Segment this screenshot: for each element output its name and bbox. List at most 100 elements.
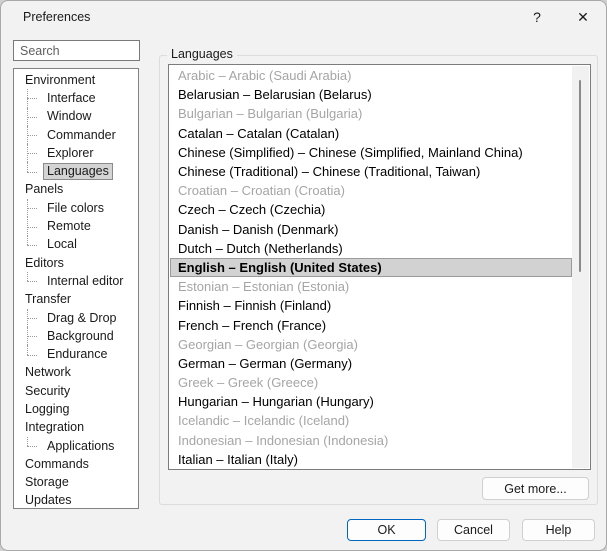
language-item[interactable]: Greek – Greek (Greece) (170, 373, 572, 392)
language-label: Chinese (Traditional) – Chinese (Traditi… (178, 164, 480, 179)
language-item[interactable]: Georgian – Georgian (Georgia) (170, 335, 572, 354)
language-item[interactable]: Czech – Czech (Czechia) (170, 200, 572, 219)
sidebar-item-interface[interactable]: Interface (14, 89, 138, 107)
sidebar-item-endurance[interactable]: Endurance (14, 345, 138, 363)
language-item[interactable]: Chinese (Simplified) – Chinese (Simplifi… (170, 143, 572, 162)
tree-item-label: Remote (43, 218, 95, 235)
tree-connector-icon (27, 217, 39, 235)
tree-item-label: Editors (21, 255, 68, 272)
language-item[interactable]: English – English (United States) (170, 258, 572, 277)
sidebar-item-internal-editor[interactable]: Internal editor (14, 272, 138, 290)
settings-tree[interactable]: Environment Interface Window Commander E… (13, 68, 139, 509)
close-icon: ✕ (577, 9, 589, 26)
sidebar-item-environment[interactable]: Environment (14, 71, 138, 89)
language-label: Greek – Greek (Greece) (178, 375, 318, 390)
sidebar-item-local[interactable]: Local (14, 236, 138, 254)
tree-item-label: Updates (21, 492, 76, 509)
sidebar-item-integration[interactable]: Integration (14, 419, 138, 437)
tree-connector-icon (27, 89, 39, 107)
tree-item-label: Explorer (43, 145, 98, 162)
language-item[interactable]: Estonian – Estonian (Estonia) (170, 277, 572, 296)
language-item[interactable]: Bulgarian – Bulgarian (Bulgaria) (170, 104, 572, 123)
sidebar-item-logging[interactable]: Logging (14, 400, 138, 418)
tree-connector-icon (27, 345, 39, 363)
tree-item-label: Storage (21, 474, 73, 491)
language-item[interactable]: Belarusian – Belarusian (Belarus) (170, 85, 572, 104)
language-label: Danish – Danish (Denmark) (178, 222, 338, 237)
language-label: Icelandic – Icelandic (Iceland) (178, 413, 349, 428)
window-title: Preferences (1, 10, 514, 24)
tree-connector-icon (27, 162, 39, 180)
sidebar-item-updates[interactable]: Updates (14, 492, 138, 509)
tree-item-label: Transfer (21, 291, 75, 308)
language-label: Catalan – Catalan (Catalan) (178, 126, 339, 141)
tree-connector-icon (27, 126, 39, 144)
ok-button[interactable]: OK (347, 519, 426, 541)
tree-item-label: Environment (21, 72, 99, 89)
scrollbar[interactable] (572, 66, 589, 468)
language-item[interactable]: Catalan – Catalan (Catalan) (170, 124, 572, 143)
tree-connector-icon (27, 236, 39, 254)
language-item[interactable]: Dutch – Dutch (Netherlands) (170, 239, 572, 258)
languages-rows: Arabic – Arabic (Saudi Arabia) Belarusia… (170, 66, 572, 468)
language-label: Croatian – Croatian (Croatia) (178, 183, 345, 198)
sidebar-item-editors[interactable]: Editors (14, 254, 138, 272)
tree-item-label: Endurance (43, 346, 111, 363)
language-item[interactable]: Arabic – Arabic (Saudi Arabia) (170, 66, 572, 85)
sidebar-item-network[interactable]: Network (14, 364, 138, 382)
language-label: Belarusian – Belarusian (Belarus) (178, 87, 372, 102)
sidebar-item-window[interactable]: Window (14, 108, 138, 126)
language-label: Indonesian – Indonesian (Indonesia) (178, 433, 388, 448)
tree-item-label: Commands (21, 456, 93, 473)
languages-list[interactable]: Arabic – Arabic (Saudi Arabia) Belarusia… (168, 64, 591, 470)
language-item[interactable]: Danish – Danish (Denmark) (170, 220, 572, 239)
language-item[interactable]: Croatian – Croatian (Croatia) (170, 181, 572, 200)
sidebar-item-commander[interactable]: Commander (14, 126, 138, 144)
get-more-button[interactable]: Get more... (482, 477, 589, 500)
sidebar-item-security[interactable]: Security (14, 382, 138, 400)
help-titlebar-button[interactable]: ? (514, 1, 560, 33)
sidebar-item-file-colors[interactable]: File colors (14, 199, 138, 217)
sidebar-item-applications[interactable]: Applications (14, 437, 138, 455)
sidebar-item-storage[interactable]: Storage (14, 474, 138, 492)
question-mark-icon: ? (533, 9, 541, 25)
language-label: Italian – Italian (Italy) (178, 452, 298, 467)
languages-groupbox: Languages Arabic – Arabic (Saudi Arabia)… (159, 55, 598, 505)
language-label: Hungarian – Hungarian (Hungary) (178, 394, 374, 409)
language-label: Finnish – Finnish (Finland) (178, 298, 331, 313)
language-item[interactable]: Finnish – Finnish (Finland) (170, 296, 572, 315)
tree-item-label: Panels (21, 181, 67, 198)
tree-connector-icon (27, 144, 39, 162)
search-input[interactable] (13, 40, 140, 61)
language-item[interactable]: Hungarian – Hungarian (Hungary) (170, 392, 572, 411)
help-button[interactable]: Help (522, 519, 595, 541)
close-button[interactable]: ✕ (560, 1, 606, 33)
tree-item-label: Interface (43, 90, 100, 107)
language-item[interactable]: Indonesian – Indonesian (Indonesia) (170, 431, 572, 450)
tree-item-label: Logging (21, 401, 74, 418)
language-label: Bulgarian – Bulgarian (Bulgaria) (178, 106, 362, 121)
tree-connector-icon (27, 199, 39, 217)
sidebar-item-background[interactable]: Background (14, 327, 138, 345)
tree-item-label: Background (43, 328, 118, 345)
cancel-button[interactable]: Cancel (437, 519, 510, 541)
sidebar-item-panels[interactable]: Panels (14, 181, 138, 199)
groupbox-label: Languages (167, 47, 237, 61)
sidebar-item-languages[interactable]: Languages (14, 162, 138, 180)
language-item[interactable]: Chinese (Traditional) – Chinese (Traditi… (170, 162, 572, 181)
language-item[interactable]: German – German (Germany) (170, 354, 572, 373)
sidebar-item-drag-drop[interactable]: Drag & Drop (14, 309, 138, 327)
preferences-dialog: Preferences ? ✕ Environment Interface Wi… (0, 0, 607, 551)
language-item[interactable]: Icelandic – Icelandic (Iceland) (170, 411, 572, 430)
sidebar-item-explorer[interactable]: Explorer (14, 144, 138, 162)
sidebar-item-remote[interactable]: Remote (14, 217, 138, 235)
tree-connector-icon (27, 272, 39, 290)
tree-connector-icon (27, 309, 39, 327)
sidebar-item-commands[interactable]: Commands (14, 455, 138, 473)
language-item[interactable]: Italian – Italian (Italy) (170, 450, 572, 468)
sidebar-item-transfer[interactable]: Transfer (14, 291, 138, 309)
tree-item-label: Network (21, 364, 75, 381)
language-item[interactable]: French – French (France) (170, 315, 572, 334)
tree-connector-icon (27, 437, 39, 455)
scrollbar-thumb[interactable] (579, 80, 581, 272)
